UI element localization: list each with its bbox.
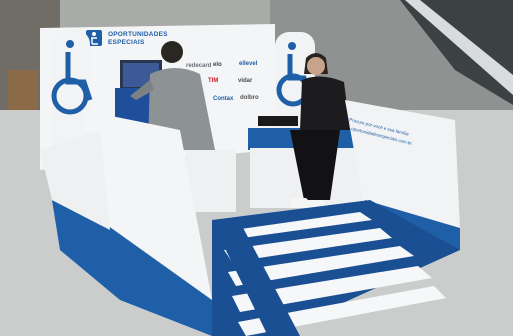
sponsor-logo: dolbro: [240, 95, 259, 101]
sponsor-logo: Contax: [213, 96, 234, 102]
brand-line-2: ESPECIAIS: [108, 39, 145, 46]
sponsor-logo: vidar: [238, 78, 253, 84]
kiosk-photo: OPORTUNIDADES ESPECIAIS redecard elo ell…: [0, 0, 513, 336]
sponsor-logo: elo: [213, 62, 222, 68]
sponsor-logo: ellevel: [239, 61, 258, 67]
shop-counter: [8, 70, 38, 110]
brand-line-1: OPORTUNIDADES: [108, 31, 168, 38]
sponsor-logo: redecard: [186, 63, 212, 69]
scene-drawing: [0, 0, 513, 336]
sponsor-logo: TIM: [208, 78, 219, 84]
